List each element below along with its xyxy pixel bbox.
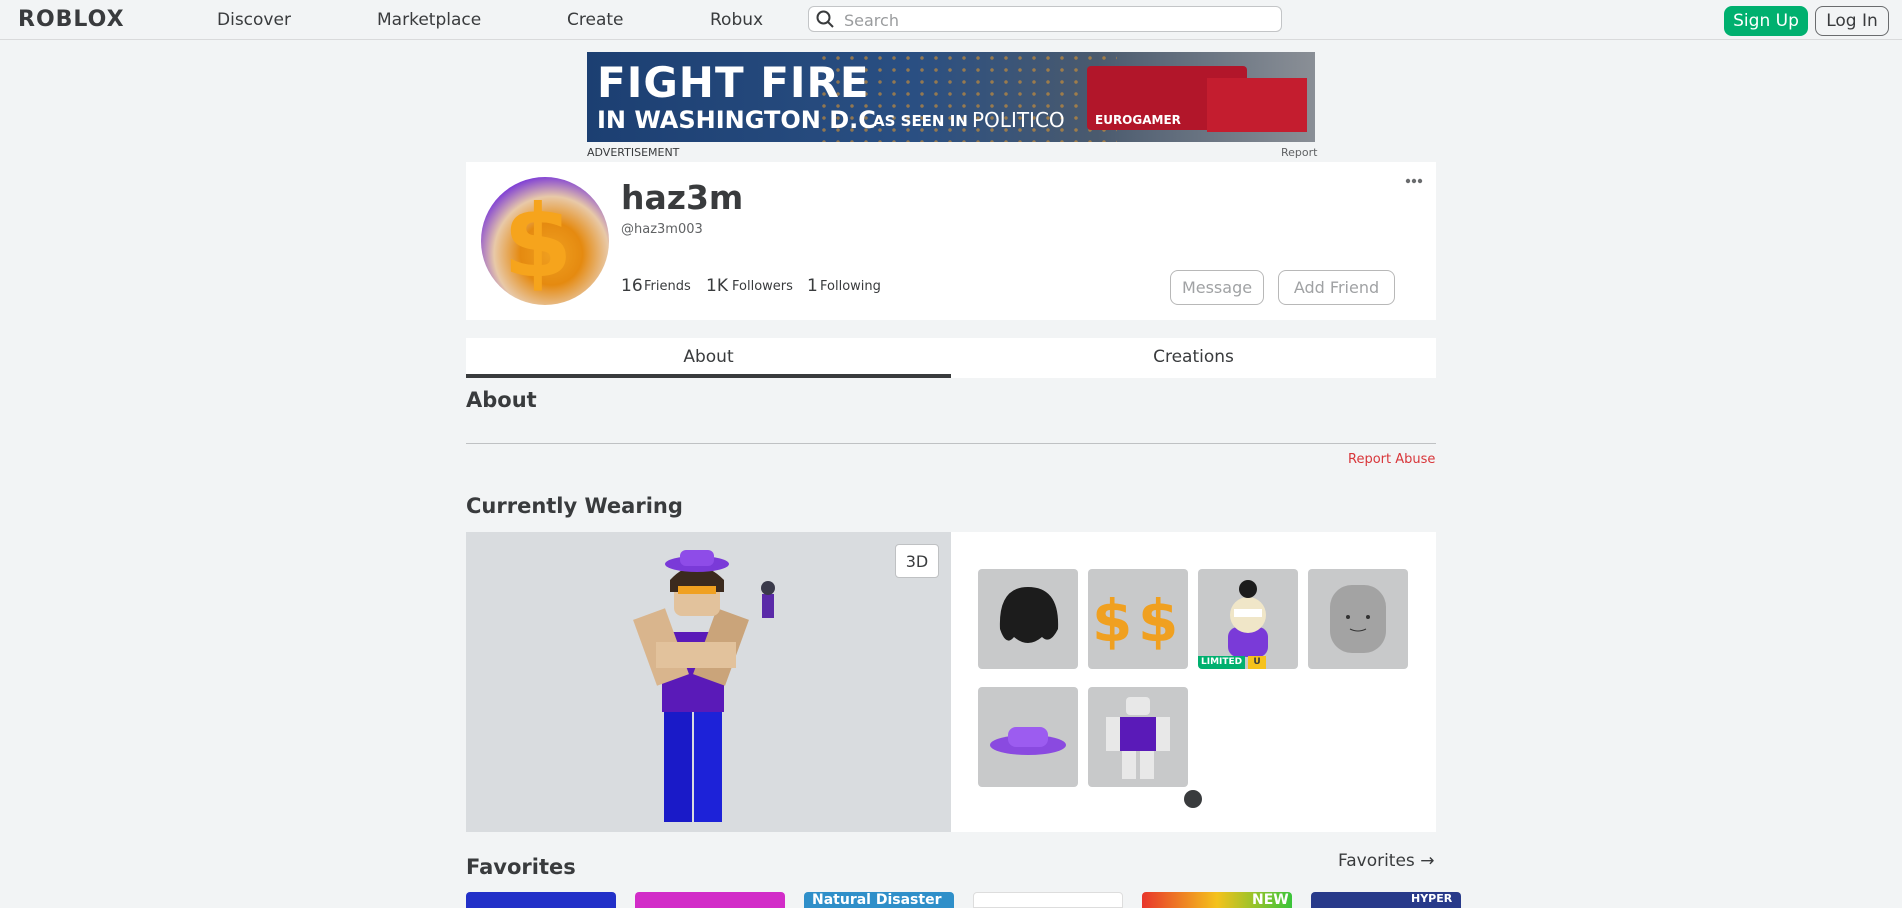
sign-up-button[interactable]: Sign Up xyxy=(1724,6,1808,36)
currently-wearing-heading: Currently Wearing xyxy=(466,494,683,518)
log-in-button[interactable]: Log In xyxy=(1815,6,1889,36)
avatar-figure xyxy=(633,550,775,822)
message-button[interactable]: Message xyxy=(1170,270,1264,305)
favorite-game-thumb[interactable]: HYPER xyxy=(1311,892,1461,908)
following-count[interactable]: 1 xyxy=(807,276,818,296)
profile-tabs: About Creations xyxy=(466,338,1436,378)
username: @haz3m003 xyxy=(621,222,703,237)
favorite-game-label: NEW xyxy=(1252,892,1289,908)
followers-count[interactable]: 1K xyxy=(706,276,728,296)
svg-text:$: $ xyxy=(1138,587,1178,655)
add-friend-button[interactable]: Add Friend xyxy=(1278,270,1395,305)
about-heading: About xyxy=(466,388,537,412)
ad-politico-logo: POLITICO xyxy=(972,108,1065,132)
hair-item-icon[interactable] xyxy=(978,569,1078,669)
roblox-logo[interactable]: ROBLOX xyxy=(18,7,125,32)
ad-subline: IN WASHINGTON D.C xyxy=(597,106,876,134)
favorite-game-thumb[interactable] xyxy=(466,892,616,908)
wearing-items-panel: $ $ LIMITED U xyxy=(951,532,1436,832)
search-input[interactable] xyxy=(842,8,1266,32)
dollar-sign-item-icon[interactable]: $ $ xyxy=(1088,569,1188,669)
favorite-game-label: HYPER xyxy=(1411,892,1453,905)
following-label[interactable]: Following xyxy=(820,279,881,294)
ad-label: ADVERTISEMENT xyxy=(587,146,680,159)
head-item-icon[interactable] xyxy=(1308,569,1408,669)
favorite-game-label: Natural Disaster xyxy=(812,892,942,908)
toggle-3d-button[interactable]: 3D xyxy=(895,544,939,578)
search-box xyxy=(808,6,1282,32)
friends-count[interactable]: 16 xyxy=(621,276,643,296)
nav-robux[interactable]: Robux xyxy=(710,10,763,30)
cat-bear-item-icon[interactable]: LIMITED U xyxy=(1198,569,1298,669)
limited-badge: LIMITED xyxy=(1198,656,1246,669)
favorites-see-all-link[interactable]: Favorites → xyxy=(1338,851,1434,871)
carousel-page-indicator[interactable] xyxy=(1184,790,1202,808)
nav-create[interactable]: Create xyxy=(567,10,624,30)
top-navigation-bar: ROBLOX Discover Marketplace Create Robux… xyxy=(0,0,1902,40)
friends-label[interactable]: Friends xyxy=(644,279,691,294)
tab-about[interactable]: About xyxy=(466,338,951,378)
limited-unique-badge: U xyxy=(1248,656,1266,669)
nav-marketplace[interactable]: Marketplace xyxy=(377,10,481,30)
report-abuse-link[interactable]: Report Abuse xyxy=(1348,452,1435,467)
profile-header-card: $ haz3m @haz3m003 16 Friends 1K Follower… xyxy=(466,162,1436,320)
more-options-icon[interactable] xyxy=(1404,176,1424,186)
ad-report-link[interactable]: Report xyxy=(1281,146,1317,159)
ad-eurogamer-logo: EUROGAMER xyxy=(1095,113,1181,127)
avatar[interactable]: $ xyxy=(481,177,609,305)
purple-shirt-item-icon[interactable] xyxy=(1088,687,1188,787)
search-icon[interactable] xyxy=(815,9,835,29)
favorite-game-thumb[interactable]: Natural Disaster xyxy=(804,892,954,908)
ad-headline: FIGHT FIRE xyxy=(597,58,870,107)
favorite-game-thumb[interactable] xyxy=(973,892,1123,908)
dollar-sign-icon: $ xyxy=(503,183,573,300)
advertisement-banner[interactable]: FIGHT FIRE IN WASHINGTON D.C AS SEEN IN … xyxy=(587,52,1315,142)
svg-text:$: $ xyxy=(1092,587,1132,655)
purple-hat-item-icon[interactable] xyxy=(978,687,1078,787)
ad-seen-in: AS SEEN IN xyxy=(873,112,968,130)
followers-label[interactable]: Followers xyxy=(732,279,793,294)
favorites-heading: Favorites xyxy=(466,855,576,879)
about-divider xyxy=(466,443,1436,444)
display-name: haz3m xyxy=(621,178,744,217)
favorite-game-thumb[interactable]: NEW xyxy=(1142,892,1292,908)
fire-truck-cab-image xyxy=(1207,78,1307,132)
favorite-game-thumb[interactable] xyxy=(635,892,785,908)
tab-creations[interactable]: Creations xyxy=(951,338,1436,378)
avatar-3d-viewer[interactable]: 3D xyxy=(466,532,951,832)
nav-discover[interactable]: Discover xyxy=(217,10,291,30)
